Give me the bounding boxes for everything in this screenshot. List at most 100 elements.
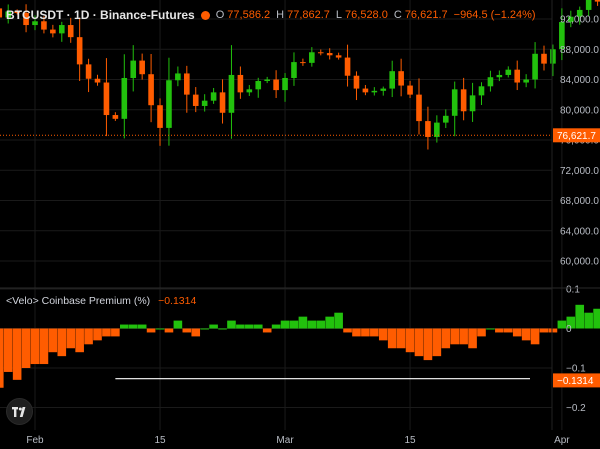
premium-bar [450, 328, 460, 345]
premium-bar [280, 320, 290, 329]
premium-bar [370, 328, 379, 337]
indicator-axis[interactable]: 0.1 0 −0.1 −0.2 −0.1314 [553, 285, 600, 415]
premium-bar [396, 328, 406, 349]
candle-body [0, 8, 3, 18]
premium-bar [3, 328, 13, 372]
premium-bar [253, 324, 263, 329]
symbol-title[interactable]: BTCUSDT · 1D · Binance-Futures [6, 8, 195, 22]
premium-bar [548, 328, 558, 333]
premium-bar [521, 328, 531, 341]
candle-body [353, 75, 360, 89]
premium-bar [137, 324, 147, 329]
premium-bar [584, 312, 593, 329]
candle-body [309, 52, 315, 63]
premium-bar [557, 320, 567, 329]
candle-body [371, 90, 378, 93]
indicator-tick-label: 0 [566, 324, 572, 335]
price-tick-label: 84,000.0 [560, 75, 599, 86]
candle-body [166, 80, 172, 128]
premium-bar [182, 328, 192, 333]
premium-bar [173, 320, 183, 329]
premium-bar [334, 312, 343, 329]
candle-body [594, 0, 600, 2]
candle-body [291, 62, 297, 78]
price-tick-label: 72,000.0 [560, 166, 599, 177]
candle-body [273, 79, 279, 91]
tradingview-logo-icon[interactable] [6, 398, 33, 425]
candle-body [442, 115, 449, 123]
premium-bar [271, 324, 281, 329]
candle-body [121, 77, 128, 119]
premium-bar [164, 328, 174, 333]
premium-bar [200, 328, 209, 330]
candle-body [41, 21, 47, 30]
premium-bar [539, 328, 549, 333]
premium-bar [146, 328, 156, 333]
premium-bar [459, 328, 468, 345]
premium-bar [298, 316, 308, 329]
candle-body [219, 92, 226, 113]
premium-bar [289, 320, 299, 329]
premium-bar [111, 328, 120, 337]
candle-body [425, 121, 431, 137]
time-axis[interactable]: Feb15Mar15Apr15May15 [26, 435, 600, 446]
candle-body [255, 81, 262, 90]
premium-bar [93, 328, 102, 341]
candle-body [550, 49, 556, 64]
time-tick-label: 15 [154, 435, 166, 446]
premium-bar [423, 328, 433, 361]
price-axis[interactable]: 60,000.064,000.068,000.072,000.076,000.0… [553, 15, 600, 268]
chart-root[interactable]: 60,000.064,000.068,000.072,000.076,000.0… [0, 0, 600, 449]
indicator-legend[interactable]: <Velo> Coinbase Premium (%) −0.1314 [6, 295, 196, 307]
premium-bar [530, 328, 540, 345]
premium-bar [75, 328, 84, 353]
candle-body [139, 60, 145, 75]
premium-bar [575, 304, 585, 329]
price-tick-label: 88,000.0 [560, 45, 599, 56]
premium-bar [512, 328, 522, 337]
indicator-last-label: −0.1314 [557, 376, 594, 387]
premium-bar [352, 328, 361, 337]
open-value: 77,586.2 [227, 9, 271, 21]
premium-bar [503, 328, 513, 333]
premium-bar [209, 324, 218, 329]
indicator-tick-label: −0.1 [566, 364, 586, 375]
premium-bar [325, 316, 334, 329]
premium-bar [245, 324, 254, 329]
candle-body [523, 79, 529, 83]
price-tick-label: 80,000.0 [560, 105, 599, 116]
candle-body [94, 78, 101, 83]
time-tick-label: Feb [26, 435, 44, 446]
candle-body [175, 73, 181, 81]
premium-bar [155, 328, 165, 330]
indicator-tick-label: 0.1 [566, 285, 580, 296]
premium-bar [218, 328, 227, 330]
high-value: 77,862.7 [287, 9, 330, 21]
premium-bar [66, 328, 76, 349]
candle-body [317, 52, 324, 54]
last-price-label: 76,621.7 [557, 131, 596, 142]
price-tick-label: 92,000.0 [560, 15, 599, 26]
high-key: H [276, 9, 285, 21]
candle-body [496, 74, 503, 78]
symbol-legend[interactable]: BTCUSDT · 1D · Binance-Futures O 77,586.… [6, 8, 536, 22]
price-pane[interactable] [0, 0, 600, 150]
tradingview-logo-glyph [11, 406, 25, 417]
candle-body [67, 25, 74, 38]
premium-bar [128, 324, 138, 329]
premium-bar [12, 328, 22, 380]
premium-bar [405, 328, 415, 353]
candle-body [389, 71, 395, 89]
premium-bar [236, 324, 245, 329]
candle-body [478, 86, 485, 96]
indicator-pane[interactable] [0, 304, 600, 420]
market-status-dot [200, 10, 210, 20]
candle-body [398, 71, 404, 86]
candle-body [58, 25, 65, 34]
candle-body [541, 53, 547, 64]
close-key: C [393, 9, 402, 21]
premium-bar [102, 328, 111, 337]
premium-bar [495, 328, 504, 333]
candle-body [192, 94, 199, 106]
candle-body [264, 79, 270, 82]
